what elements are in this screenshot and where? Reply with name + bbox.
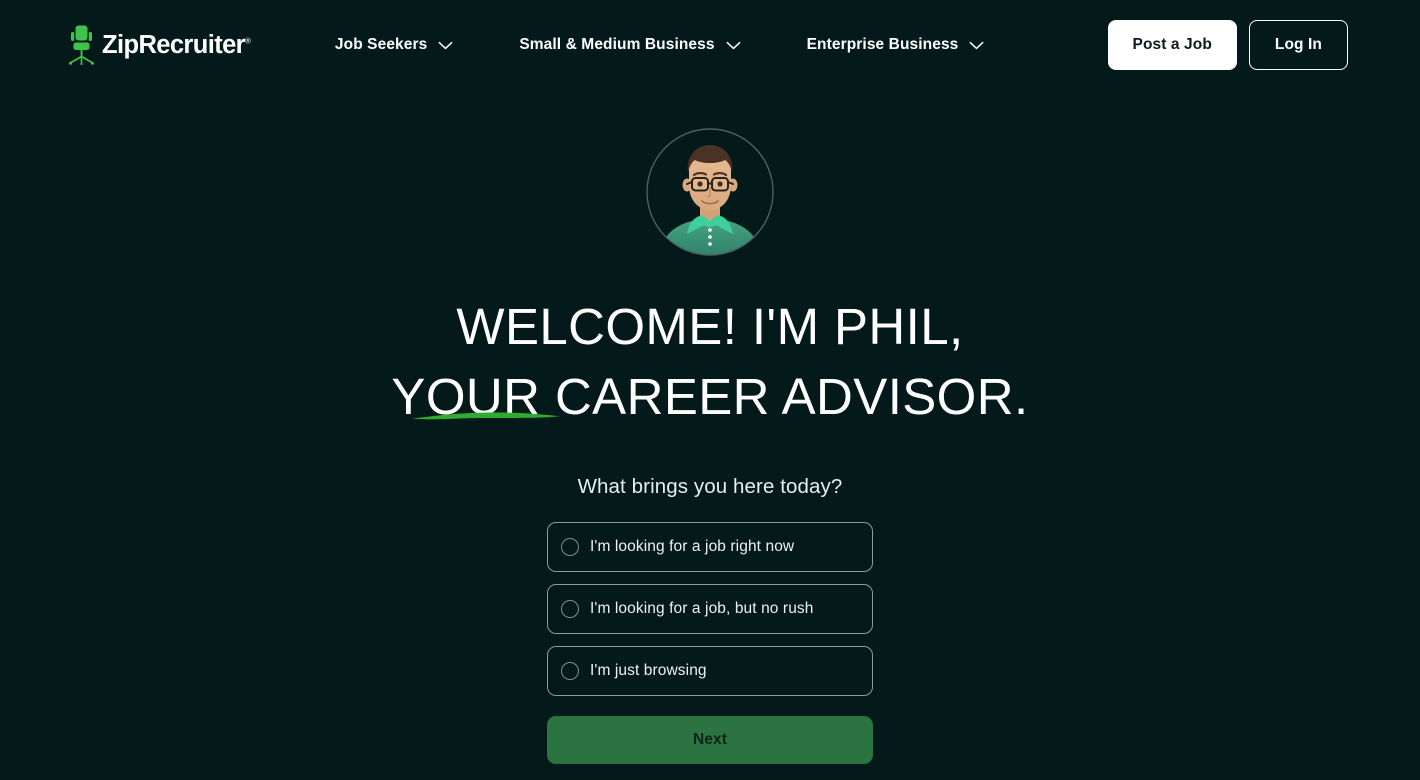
option-label: I'm just browsing bbox=[590, 662, 707, 679]
radio-icon[interactable] bbox=[561, 600, 579, 618]
nav-label: Enterprise Business bbox=[806, 36, 959, 53]
options-list: I'm looking for a job right now I'm look… bbox=[547, 522, 873, 696]
post-a-job-button[interactable]: Post a Job bbox=[1107, 20, 1237, 70]
header-actions: Post a Job Log In bbox=[1107, 20, 1348, 70]
radio-icon[interactable] bbox=[561, 538, 579, 556]
office-chair-icon bbox=[68, 25, 95, 65]
chevron-down-icon bbox=[969, 41, 984, 50]
option-label: I'm looking for a job, but no rush bbox=[590, 600, 814, 617]
log-in-button[interactable]: Log In bbox=[1248, 20, 1348, 70]
option-looking-no-rush[interactable]: I'm looking for a job, but no rush bbox=[547, 584, 873, 634]
registered-mark: ® bbox=[245, 36, 251, 45]
page-title: WELCOME! I'M PHIL, YOUR CAREER ADVISOR. bbox=[391, 292, 1028, 432]
option-just-browsing[interactable]: I'm just browsing bbox=[547, 646, 873, 696]
site-header: ZipRecruiter® Job Seekers Small & Medium… bbox=[0, 0, 1420, 90]
next-button[interactable]: Next bbox=[547, 716, 873, 764]
headline-line-2: YOUR CAREER ADVISOR. bbox=[391, 368, 1029, 425]
ziprecruiter-logo[interactable]: ZipRecruiter® bbox=[68, 25, 251, 65]
primary-navigation: Job Seekers Small & Medium Business Ente… bbox=[335, 36, 984, 54]
radio-icon[interactable] bbox=[561, 662, 579, 680]
chevron-down-icon bbox=[438, 41, 453, 50]
nav-item-enterprise-business[interactable]: Enterprise Business bbox=[807, 36, 985, 54]
onboarding-main: WELCOME! I'M PHIL, YOUR CAREER ADVISOR. … bbox=[0, 90, 1420, 764]
chevron-down-icon bbox=[726, 41, 741, 50]
nav-label: Small & Medium Business bbox=[519, 36, 715, 53]
nav-label: Job Seekers bbox=[334, 36, 428, 53]
phil-advisor-avatar bbox=[645, 127, 775, 257]
option-label: I'm looking for a job right now bbox=[590, 538, 795, 555]
headline-line-1: WELCOME! I'M PHIL, bbox=[456, 298, 964, 355]
option-looking-now[interactable]: I'm looking for a job right now bbox=[547, 522, 873, 572]
nav-item-small-medium-business[interactable]: Small & Medium Business bbox=[519, 36, 741, 54]
logo-wordmark: ZipRecruiter® bbox=[102, 30, 251, 59]
nav-item-job-seekers[interactable]: Job Seekers bbox=[335, 36, 453, 54]
question-label: What brings you here today? bbox=[577, 475, 843, 498]
